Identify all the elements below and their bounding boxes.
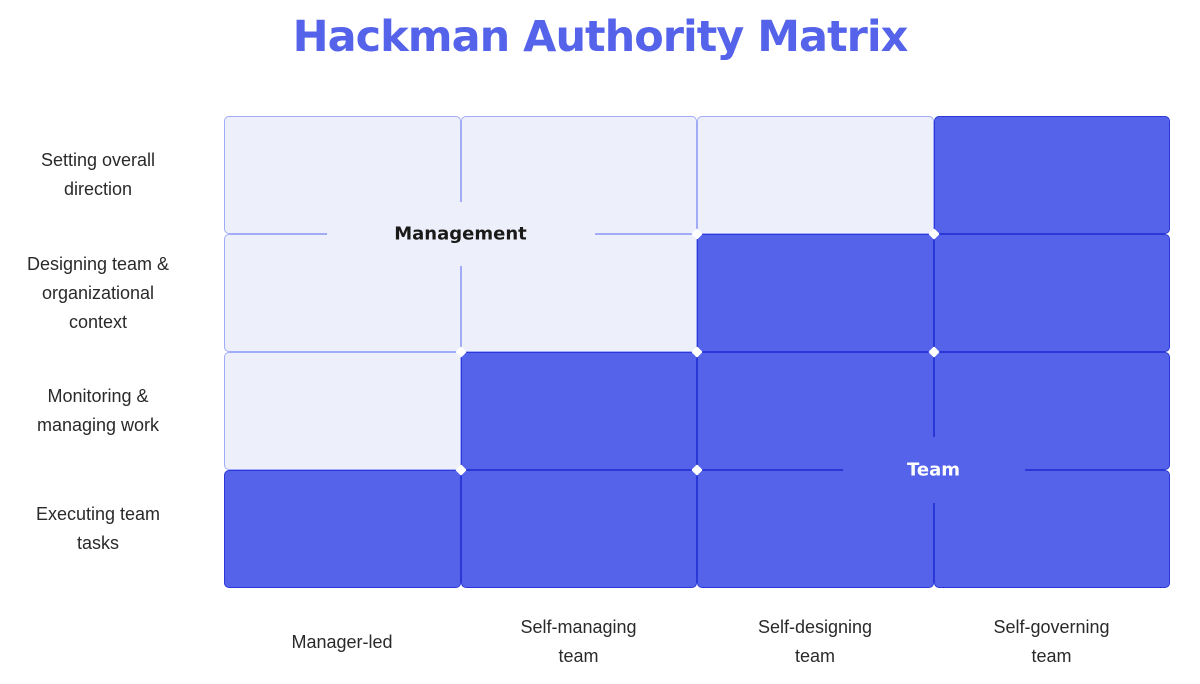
matrix-cell-team [933,234,1170,352]
column-label: Self-managing team [520,617,637,666]
row-label: Monitoring & managing work [36,386,160,435]
management-region-label: Management [394,223,527,245]
column-label: Self-designing team [757,617,873,666]
matrix-cell-team [933,116,1170,234]
page-title: Hackman Authority Matrix [292,12,909,62]
column-label: Manager-led [291,631,393,652]
matrix-cell-team [697,234,934,352]
matrix-cell-management [224,234,461,352]
matrix-cell-management [460,234,697,352]
matrix-cell-team [933,470,1170,588]
matrix-cell-team [933,352,1170,470]
row-label: Designing team & organizational context [26,253,170,332]
matrix-cell-team [460,470,697,588]
row-label: Setting overall direction [40,150,156,199]
matrix-cell-management [697,116,934,234]
matrix-cell-team [460,352,697,470]
matrix-cell-management [224,352,461,470]
team-region-label: Team [907,459,960,481]
matrix-cell-management [460,116,697,234]
matrix-cell-team [697,352,934,470]
matrix-cell-management [224,116,461,234]
column-label: Self-governing team [993,617,1110,666]
authority-matrix-grid: Management Team [224,116,1170,588]
matrix-cell-team [697,470,934,588]
matrix-cell-team [224,470,461,588]
row-label: Executing team tasks [35,504,161,553]
